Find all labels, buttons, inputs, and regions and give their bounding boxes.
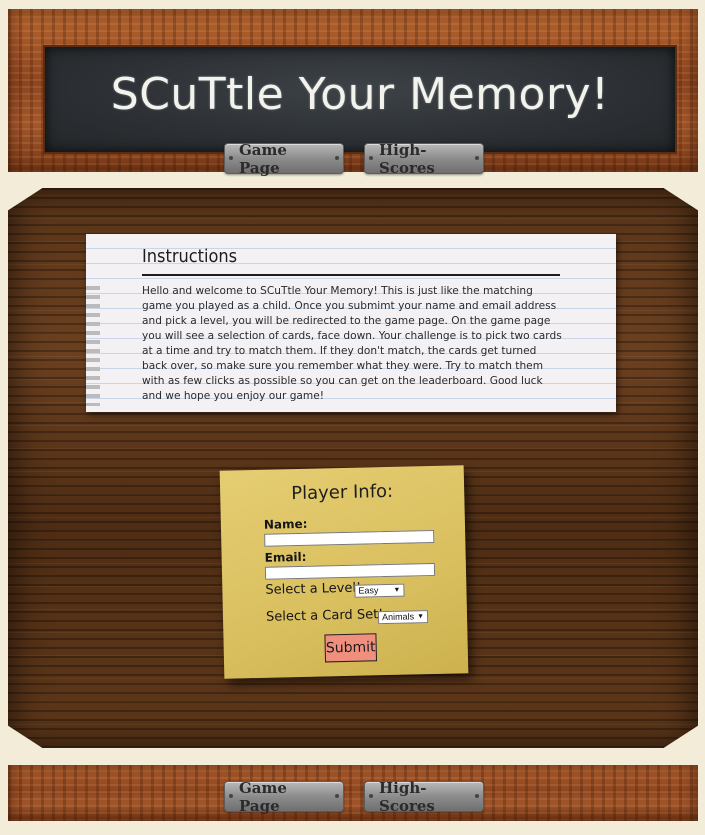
level-select-value: Easy bbox=[358, 585, 379, 596]
email-label: Email: bbox=[264, 549, 307, 565]
site-title: SCuTtle Your Memory! bbox=[110, 69, 610, 120]
name-input[interactable] bbox=[264, 529, 435, 547]
footer-high-scores-button[interactable]: High-Scores bbox=[364, 779, 484, 815]
level-label: Select a Level! bbox=[265, 580, 362, 598]
email-input[interactable] bbox=[264, 562, 436, 580]
footer-game-page-button[interactable]: Game Page bbox=[224, 779, 344, 815]
card-set-select-value: Animals bbox=[381, 611, 415, 623]
level-select[interactable]: Easy ▼ bbox=[354, 583, 405, 598]
card-set-select[interactable]: Animals ▼ bbox=[377, 610, 429, 625]
chalkboard-title-panel: SCuTtle Your Memory! bbox=[45, 47, 675, 152]
chevron-down-icon: ▼ bbox=[393, 586, 401, 594]
instructions-panel: Instructions Hello and welcome to SCuTtl… bbox=[86, 234, 616, 412]
bottom-nav: Game Page High-Scores bbox=[224, 779, 484, 815]
card-set-label: Select a Card Set! bbox=[265, 607, 384, 625]
instructions-heading: Instructions bbox=[142, 246, 238, 267]
spiral-binding-icon bbox=[86, 286, 100, 406]
game-page-button[interactable]: Game Page bbox=[224, 141, 344, 177]
player-info-heading: Player Info: bbox=[291, 480, 394, 505]
player-info-form: Player Info: Name: Email: Select a Level… bbox=[219, 465, 469, 679]
instructions-text: Hello and welcome to SCuTtle Your Memory… bbox=[142, 285, 562, 402]
high-scores-button[interactable]: High-Scores bbox=[364, 141, 484, 177]
top-nav: Game Page High-Scores bbox=[224, 141, 484, 177]
submit-button[interactable]: Submit bbox=[324, 633, 378, 663]
name-label: Name: bbox=[263, 516, 308, 532]
instructions-divider bbox=[142, 274, 560, 276]
chevron-down-icon: ▼ bbox=[417, 613, 425, 621]
